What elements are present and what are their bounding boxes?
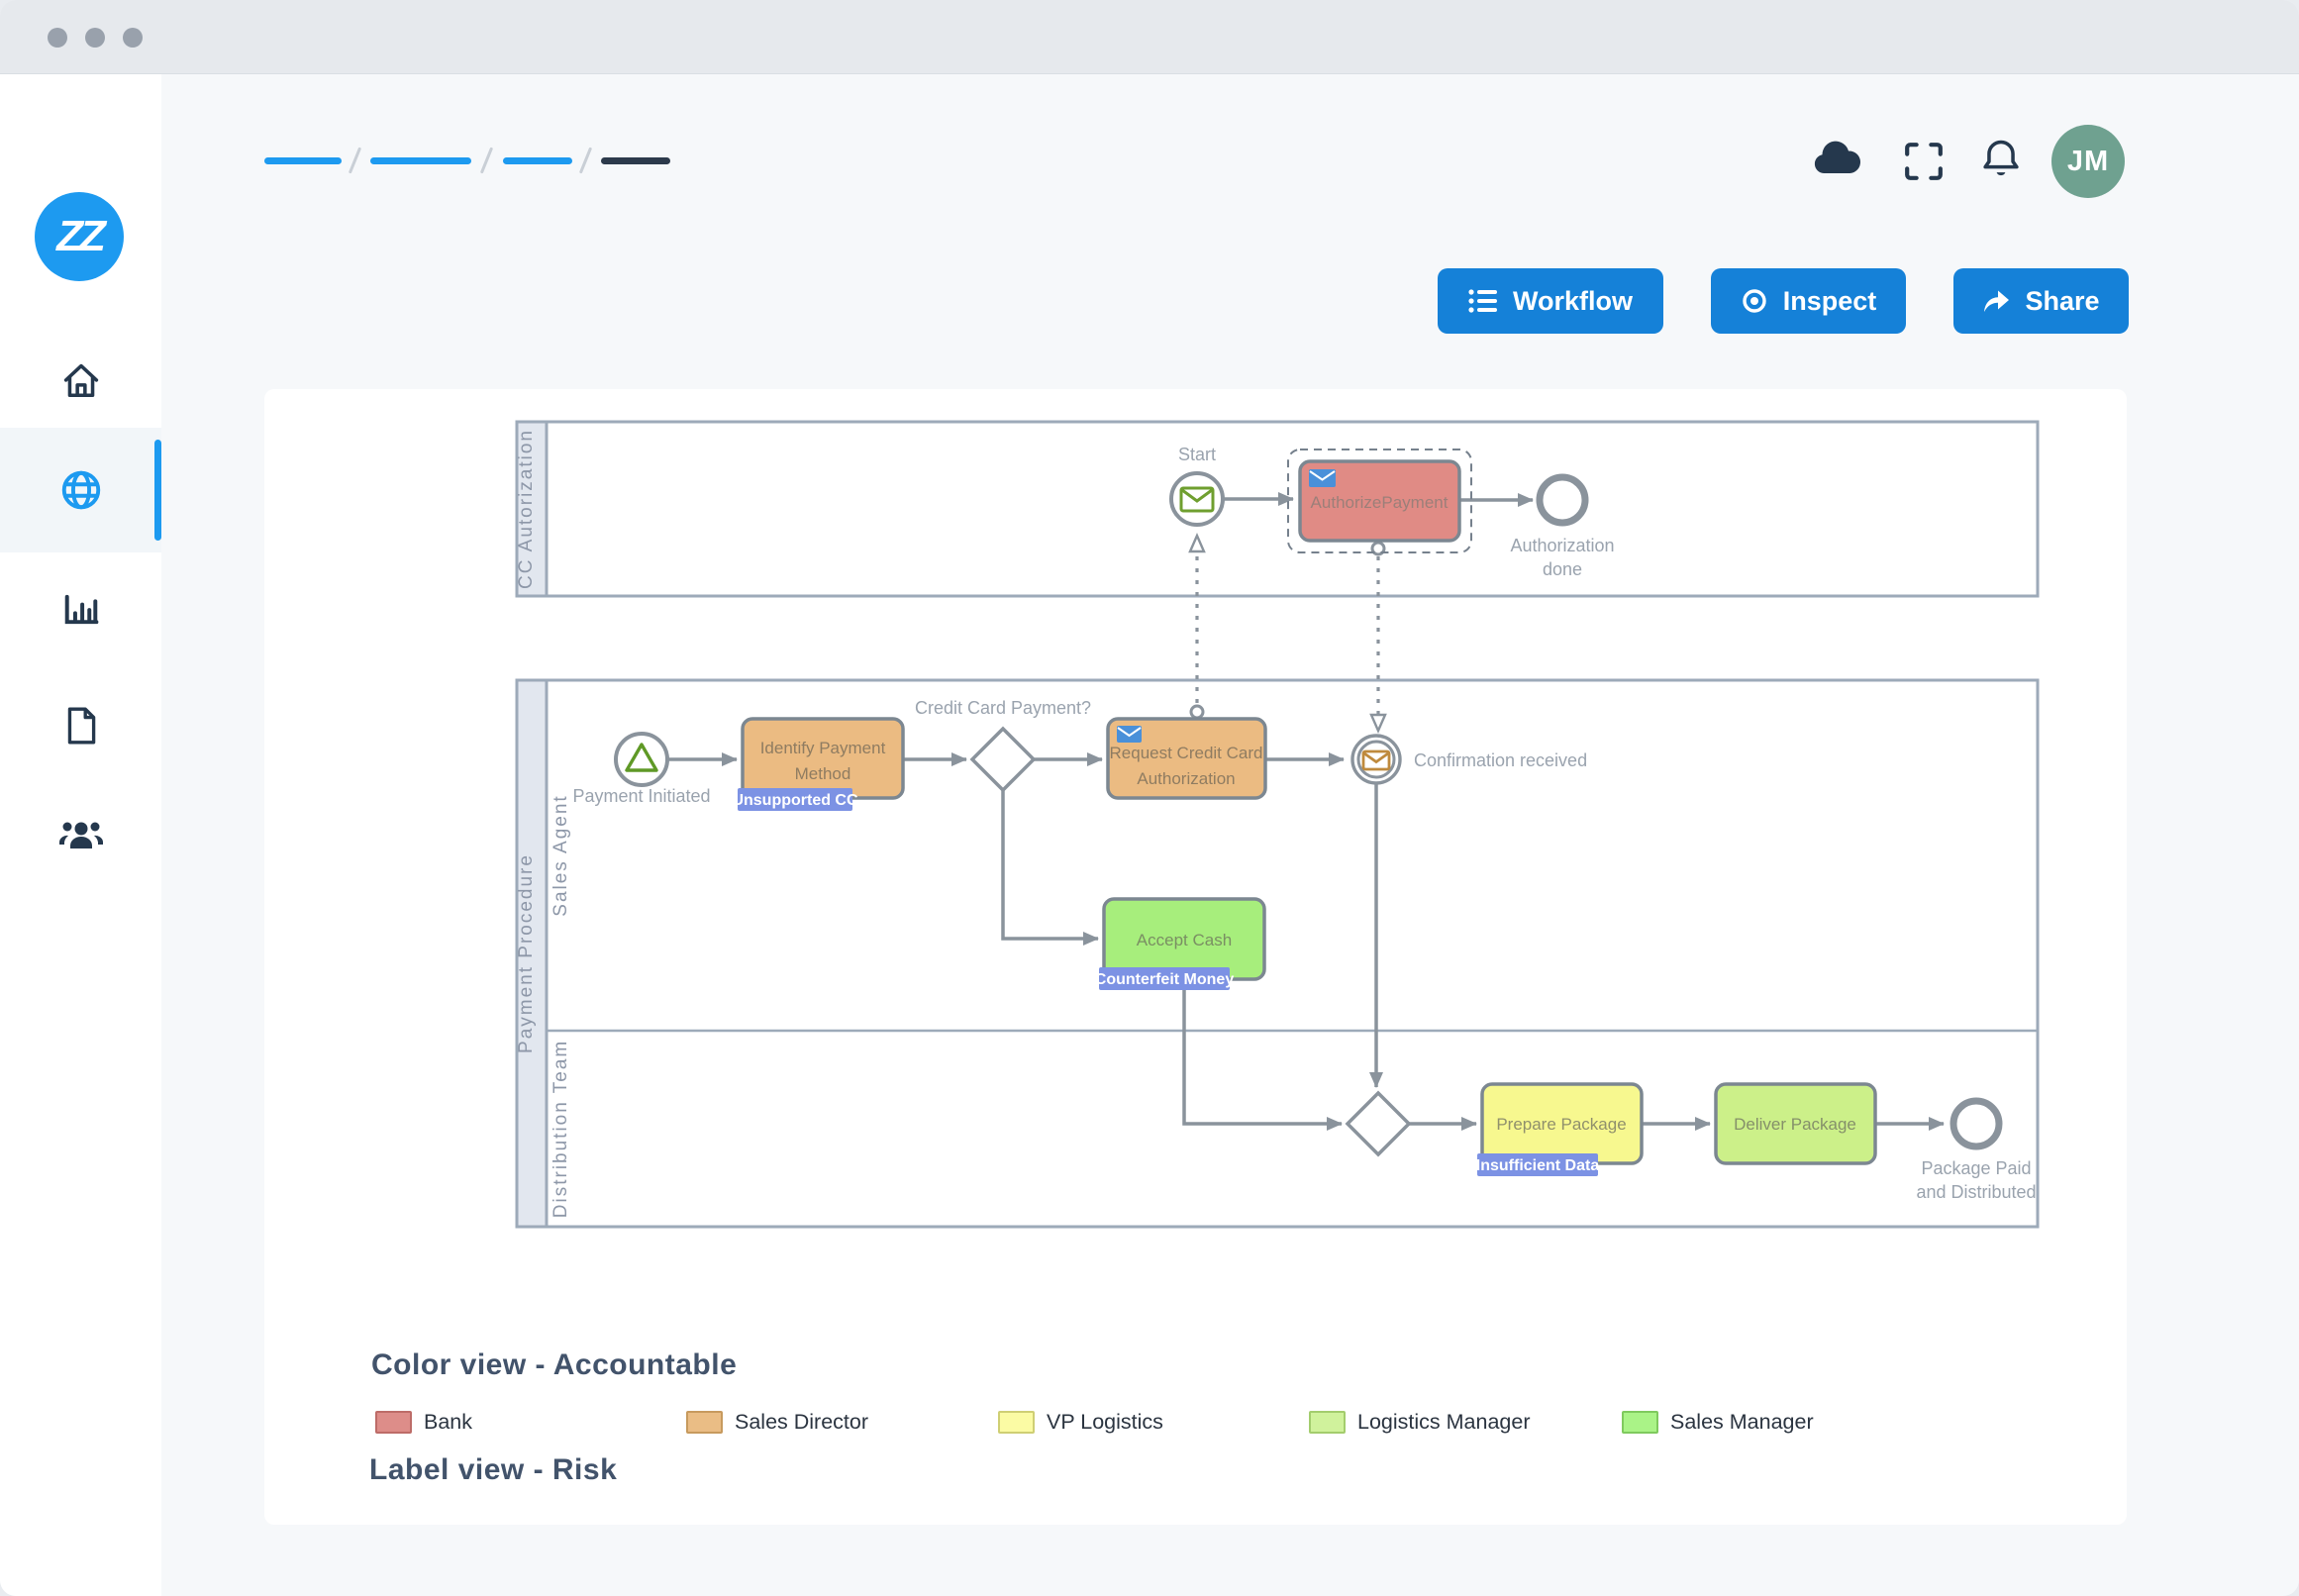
sidebar: ZZ xyxy=(0,74,161,1596)
task-label: Authorization xyxy=(1137,769,1235,788)
legend-item-bank: Bank xyxy=(375,1410,472,1435)
window-control-dot[interactable] xyxy=(48,28,67,48)
end-event-label: done xyxy=(1543,559,1582,579)
message-flow-origin xyxy=(1191,706,1203,718)
legend-swatch xyxy=(375,1411,412,1434)
start-event-label: Start xyxy=(1178,445,1216,464)
task-label: Prepare Package xyxy=(1496,1115,1626,1134)
risk-badge-label: Insufficient Data xyxy=(1476,1157,1600,1174)
task-deliver-package[interactable]: Deliver Package xyxy=(1716,1084,1875,1163)
breadcrumb-segment[interactable] xyxy=(370,157,471,164)
sidebar-item-home[interactable] xyxy=(0,334,161,429)
cloud-icon xyxy=(1812,140,1861,179)
share-icon xyxy=(1982,288,2010,314)
task-label: Method xyxy=(795,764,851,783)
task-identify-payment-method[interactable]: Identify Payment Method Unsupported CC xyxy=(732,719,903,811)
start-event-label: Payment Initiated xyxy=(572,786,710,806)
legend-label: Logistics Manager xyxy=(1357,1410,1530,1435)
list-icon xyxy=(1468,288,1498,314)
task-label: Request Credit Card xyxy=(1110,744,1263,762)
legend-item-sales-manager: Sales Manager xyxy=(1622,1410,1814,1435)
document-icon xyxy=(60,705,102,747)
workflow-button-label: Workflow xyxy=(1513,286,1633,317)
share-button[interactable]: Share xyxy=(1953,268,2129,334)
task-label: Deliver Package xyxy=(1734,1115,1856,1134)
sidebar-item-analytics[interactable] xyxy=(0,561,161,656)
legend-label: Sales Manager xyxy=(1670,1410,1814,1435)
breadcrumb-segment[interactable] xyxy=(264,157,342,164)
message-task-icon xyxy=(1309,469,1336,487)
legend-item-logistics-manager: Logistics Manager xyxy=(1309,1410,1530,1435)
legend-swatch xyxy=(686,1411,723,1434)
legend-swatch xyxy=(998,1411,1035,1434)
end-event-label: Authorization xyxy=(1510,536,1614,555)
avatar[interactable]: JM xyxy=(2051,125,2125,198)
cloud-sync-button[interactable] xyxy=(1812,140,1861,184)
app-logo-text: ZZ xyxy=(56,212,102,261)
sidebar-item-team[interactable] xyxy=(0,787,161,882)
lane-label-distribution-team: Distribution Team xyxy=(550,1040,571,1218)
breadcrumb-segment-current xyxy=(601,157,670,164)
avatar-initials: JM xyxy=(2067,146,2109,178)
message-task-icon xyxy=(1117,726,1142,743)
globe-icon xyxy=(58,467,104,513)
home-icon xyxy=(59,359,103,403)
legend-swatch xyxy=(1309,1411,1346,1434)
fullscreen-icon xyxy=(1903,141,1945,182)
app-logo[interactable]: ZZ xyxy=(35,192,124,281)
legend-label-view-title: Label view - Risk xyxy=(369,1453,617,1487)
legend-item-sales-director: Sales Director xyxy=(686,1410,868,1435)
end-event-label: Package Paid xyxy=(1921,1158,2031,1178)
bell-icon xyxy=(1979,137,2023,182)
legend-label: VP Logistics xyxy=(1047,1410,1163,1435)
pool-label: CC Autorization xyxy=(516,429,537,589)
workflow-button[interactable]: Workflow xyxy=(1438,268,1663,334)
task-label: Identify Payment xyxy=(760,739,886,757)
task-label: AuthorizePayment xyxy=(1311,493,1449,512)
lane-label-sales-agent: Sales Agent xyxy=(550,794,571,916)
legend-label: Bank xyxy=(424,1410,472,1435)
task-accept-cash[interactable]: Accept Cash Counterfeit Money xyxy=(1095,899,1264,990)
fullscreen-button[interactable] xyxy=(1903,141,1945,187)
notifications-button[interactable] xyxy=(1979,137,2023,187)
legend-color-view-title: Color view - Accountable xyxy=(371,1348,737,1382)
sidebar-item-processes[interactable] xyxy=(0,428,161,552)
breadcrumb-separator xyxy=(579,147,592,173)
share-button-label: Share xyxy=(2025,286,2099,317)
breadcrumb-separator xyxy=(349,147,361,173)
bpmn-diagram: CC Autorization Payment Procedure Sales … xyxy=(495,416,2049,1247)
task-request-cc-authorization[interactable]: Request Credit Card Authorization xyxy=(1108,719,1265,798)
legend-label: Sales Director xyxy=(735,1410,868,1435)
people-icon xyxy=(57,811,105,858)
task-label: Accept Cash xyxy=(1137,931,1232,949)
task-prepare-package[interactable]: Prepare Package Insufficient Data xyxy=(1476,1084,1642,1176)
window-titlebar xyxy=(0,0,2299,74)
risk-badge-label: Counterfeit Money xyxy=(1095,971,1235,988)
start-event-cc[interactable]: Start xyxy=(1171,445,1223,525)
inspect-button-label: Inspect xyxy=(1783,286,1877,317)
sidebar-item-documents[interactable] xyxy=(0,678,161,773)
window-control-dot[interactable] xyxy=(123,28,143,48)
event-label: Confirmation received xyxy=(1414,750,1587,770)
bar-chart-icon xyxy=(59,587,103,631)
task-authorize-payment[interactable]: AuthorizePayment xyxy=(1288,449,1471,552)
pool-label: Payment Procedure xyxy=(516,853,537,1053)
end-event-label: and Distributed xyxy=(1916,1182,2036,1202)
legend-item-vp-logistics: VP Logistics xyxy=(998,1410,1163,1435)
risk-badge-label: Unsupported CC xyxy=(732,792,858,809)
inspect-button[interactable]: Inspect xyxy=(1711,268,1906,334)
breadcrumb-separator xyxy=(480,147,493,173)
app-window: ZZ xyxy=(0,0,2299,1596)
breadcrumb-segment[interactable] xyxy=(503,157,572,164)
eye-icon xyxy=(1741,287,1768,315)
legend-swatch xyxy=(1622,1411,1658,1434)
pool-cc-autorization[interactable]: CC Autorization xyxy=(516,422,2038,596)
active-nav-indicator xyxy=(154,440,161,541)
gateway-label: Credit Card Payment? xyxy=(915,698,1091,718)
window-control-dot[interactable] xyxy=(85,28,105,48)
